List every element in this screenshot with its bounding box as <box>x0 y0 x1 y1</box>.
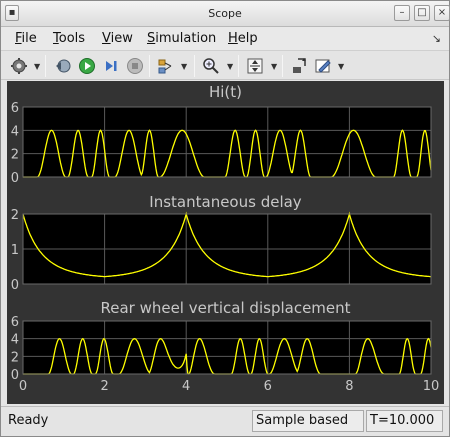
menu-tools[interactable]: Tools <box>53 31 85 46</box>
plot-title-hi: Hi(t) <box>208 83 243 101</box>
settings-icon[interactable] <box>9 56 29 76</box>
stop-icon[interactable] <box>125 56 145 76</box>
settings-dropdown-icon[interactable]: ▼ <box>34 62 40 71</box>
y-tick-label: 4 <box>11 333 19 348</box>
status-ready: Ready <box>8 413 49 428</box>
signal-select-icon[interactable] <box>155 56 175 76</box>
x-tick-label: 4 <box>182 379 190 394</box>
toolbar-separator <box>149 55 150 77</box>
x-tick-label: 2 <box>100 379 108 394</box>
highlight-block-icon[interactable] <box>289 56 309 76</box>
y-tick-label: 0 <box>11 171 19 186</box>
y-tick-label: 6 <box>11 315 19 330</box>
scope-window: ▪ Scope – □ × File Tools View Simulation… <box>0 0 450 437</box>
menu-simulation[interactable]: Simulation <box>147 31 216 46</box>
y-tick-label: 0 <box>11 278 19 293</box>
restore-icon[interactable] <box>53 56 73 76</box>
x-tick-label: 10 <box>423 379 440 394</box>
y-tick-label: 2 <box>11 350 19 365</box>
step-forward-icon[interactable] <box>101 56 121 76</box>
signal-dropdown-icon[interactable]: ▼ <box>181 62 187 71</box>
maximize-icon[interactable]: □ <box>414 5 430 21</box>
y-tick-label: 2 <box>11 148 19 163</box>
style-dropdown-icon[interactable]: ▼ <box>338 62 344 71</box>
plot-title-delay: Instantaneous delay <box>149 193 302 211</box>
x-tick-label: 0 <box>19 379 27 394</box>
toolbar-separator <box>282 55 283 77</box>
status-bar: Ready Sample based T=10.000 <box>1 406 449 436</box>
title-bar: ▪ Scope – □ × <box>1 1 450 27</box>
y-tick-label: 6 <box>11 101 19 116</box>
toolbar-separator <box>194 55 195 77</box>
minimize-icon[interactable]: – <box>394 5 410 21</box>
menu-view[interactable]: View <box>102 31 133 46</box>
zoom-in-icon[interactable] <box>201 56 221 76</box>
x-tick-label: 6 <box>264 379 272 394</box>
y-tick-label: 4 <box>11 124 19 139</box>
plot-area: 0 2 4 6 0 1 2 0 2 4 6 0 2 4 6 8 10 Hi(t) Instantaneous d… <box>7 81 444 404</box>
toolbar: ▼ ▼ ▼ ▼ ▼ <box>1 50 449 80</box>
undock-arrow-icon[interactable]: ↘ <box>432 32 441 45</box>
scope-plots[interactable]: 024601202460 2 4 6 8 10 <box>7 81 444 404</box>
toolbar-separator <box>45 55 46 77</box>
zoom-dropdown-icon[interactable]: ▼ <box>227 62 233 71</box>
status-time: T=10.000 <box>366 410 443 432</box>
status-mode: Sample based <box>252 410 364 432</box>
menu-help[interactable]: Help <box>228 31 258 46</box>
close-icon[interactable]: × <box>434 5 450 21</box>
window-title: Scope <box>208 7 242 20</box>
autoscale-dropdown-icon[interactable]: ▼ <box>271 62 277 71</box>
toolbar-separator <box>238 55 239 77</box>
edit-style-icon[interactable] <box>313 56 333 76</box>
x-tick-label: 8 <box>345 379 353 394</box>
menu-file[interactable]: File <box>15 31 37 46</box>
axes-background <box>23 107 431 177</box>
y-tick-label: 1 <box>11 243 19 258</box>
plot-title-rear: Rear wheel vertical displacement <box>100 299 351 317</box>
menu-bar: File Tools View Simulation Help ↘ <box>1 27 449 50</box>
run-icon[interactable] <box>77 56 97 76</box>
autoscale-icon[interactable] <box>245 56 265 76</box>
y-tick-label: 0 <box>11 368 19 383</box>
axes-background <box>23 321 431 374</box>
